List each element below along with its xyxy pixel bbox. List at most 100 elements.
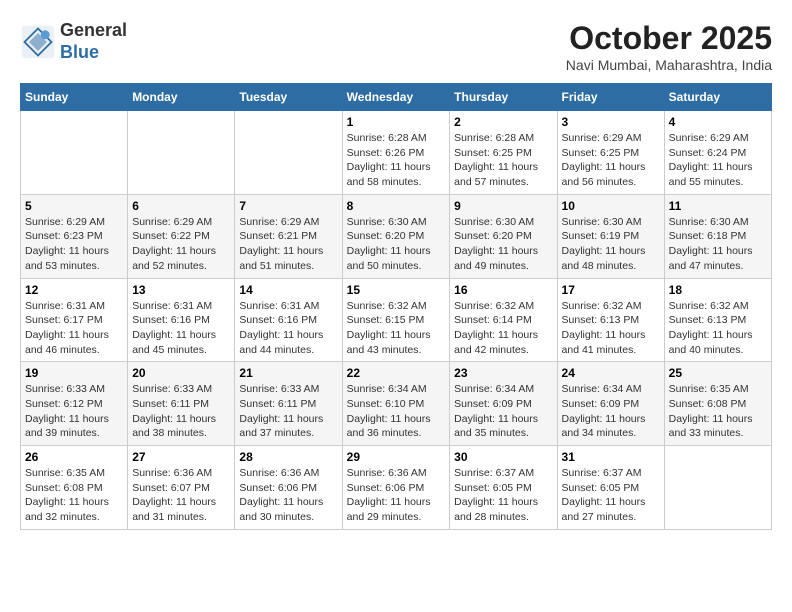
col-header-friday: Friday (557, 84, 664, 111)
calendar-cell (21, 111, 128, 195)
calendar-cell: 27 Sunrise: 6:36 AMSunset: 6:07 PMDayligh… (128, 446, 235, 530)
day-info: Sunrise: 6:34 AMSunset: 6:09 PMDaylight:… (454, 382, 552, 441)
day-number: 3 (562, 115, 660, 129)
day-number: 26 (25, 450, 123, 464)
day-number: 22 (347, 366, 446, 380)
calendar-cell: 17 Sunrise: 6:32 AMSunset: 6:13 PMDayligh… (557, 278, 664, 362)
calendar-cell: 13 Sunrise: 6:31 AMSunset: 6:16 PMDayligh… (128, 278, 235, 362)
day-number: 29 (347, 450, 446, 464)
calendar-cell: 21 Sunrise: 6:33 AMSunset: 6:11 PMDayligh… (235, 362, 342, 446)
day-number: 1 (347, 115, 446, 129)
day-info: Sunrise: 6:31 AMSunset: 6:16 PMDaylight:… (132, 299, 230, 358)
day-number: 27 (132, 450, 230, 464)
col-header-wednesday: Wednesday (342, 84, 450, 111)
day-info: Sunrise: 6:32 AMSunset: 6:14 PMDaylight:… (454, 299, 552, 358)
calendar-cell: 20 Sunrise: 6:33 AMSunset: 6:11 PMDayligh… (128, 362, 235, 446)
calendar-cell: 26 Sunrise: 6:35 AMSunset: 6:08 PMDayligh… (21, 446, 128, 530)
day-info: Sunrise: 6:30 AMSunset: 6:19 PMDaylight:… (562, 215, 660, 274)
day-number: 9 (454, 199, 552, 213)
logo-blue-text: Blue (60, 42, 99, 62)
day-number: 17 (562, 283, 660, 297)
day-info: Sunrise: 6:30 AMSunset: 6:20 PMDaylight:… (347, 215, 446, 274)
calendar-cell (235, 111, 342, 195)
day-number: 12 (25, 283, 123, 297)
day-info: Sunrise: 6:32 AMSunset: 6:15 PMDaylight:… (347, 299, 446, 358)
day-number: 2 (454, 115, 552, 129)
day-info: Sunrise: 6:33 AMSunset: 6:12 PMDaylight:… (25, 382, 123, 441)
title-block: October 2025 Navi Mumbai, Maharashtra, I… (566, 20, 772, 73)
day-number: 20 (132, 366, 230, 380)
day-info: Sunrise: 6:34 AMSunset: 6:09 PMDaylight:… (562, 382, 660, 441)
day-info: Sunrise: 6:33 AMSunset: 6:11 PMDaylight:… (132, 382, 230, 441)
calendar-cell: 15Sunrise: 6:32 AMSunset: 6:15 PMDayligh… (342, 278, 450, 362)
day-info: Sunrise: 6:36 AMSunset: 6:07 PMDaylight:… (132, 466, 230, 525)
day-number: 30 (454, 450, 552, 464)
calendar-cell: 2Sunrise: 6:28 AMSunset: 6:25 PMDaylight… (450, 111, 557, 195)
day-number: 16 (454, 283, 552, 297)
calendar-cell: 12 Sunrise: 6:31 AMSunset: 6:17 PMDayligh… (21, 278, 128, 362)
col-header-thursday: Thursday (450, 84, 557, 111)
day-number: 14 (239, 283, 337, 297)
logo-general-text: General (60, 20, 127, 40)
day-info: Sunrise: 6:29 AMSunset: 6:23 PMDaylight:… (25, 215, 123, 274)
col-header-monday: Monday (128, 84, 235, 111)
day-info: Sunrise: 6:29 AMSunset: 6:21 PMDaylight:… (239, 215, 337, 274)
calendar-cell: 30 Sunrise: 6:37 AMSunset: 6:05 PMDayligh… (450, 446, 557, 530)
col-header-sunday: Sunday (21, 84, 128, 111)
col-header-tuesday: Tuesday (235, 84, 342, 111)
calendar-cell: 6Sunrise: 6:29 AMSunset: 6:22 PMDaylight… (128, 194, 235, 278)
week-row-3: 12 Sunrise: 6:31 AMSunset: 6:17 PMDayligh… (21, 278, 772, 362)
calendar-cell: 8 Sunrise: 6:30 AMSunset: 6:20 PMDaylight… (342, 194, 450, 278)
calendar-cell: 14 Sunrise: 6:31 AMSunset: 6:16 PMDayligh… (235, 278, 342, 362)
day-info: Sunrise: 6:29 AMSunset: 6:22 PMDaylight:… (132, 215, 230, 274)
week-row-4: 19Sunrise: 6:33 AMSunset: 6:12 PMDayligh… (21, 362, 772, 446)
calendar-cell: 18 Sunrise: 6:32 AMSunset: 6:13 PMDayligh… (664, 278, 771, 362)
day-info: Sunrise: 6:34 AMSunset: 6:10 PMDaylight:… (347, 382, 446, 441)
day-info: Sunrise: 6:29 AMSunset: 6:25 PMDaylight:… (562, 131, 660, 190)
day-number: 31 (562, 450, 660, 464)
calendar-cell: 10 Sunrise: 6:30 AMSunset: 6:19 PMDayligh… (557, 194, 664, 278)
day-number: 7 (239, 199, 337, 213)
location-subtitle: Navi Mumbai, Maharashtra, India (566, 57, 772, 73)
day-info: Sunrise: 6:37 AMSunset: 6:05 PMDaylight:… (454, 466, 552, 525)
day-info: Sunrise: 6:31 AMSunset: 6:16 PMDaylight:… (239, 299, 337, 358)
day-number: 11 (669, 199, 767, 213)
day-info: Sunrise: 6:36 AMSunset: 6:06 PMDaylight:… (347, 466, 446, 525)
day-info: Sunrise: 6:36 AMSunset: 6:06 PMDaylight:… (239, 466, 337, 525)
week-row-2: 5 Sunrise: 6:29 AMSunset: 6:23 PMDaylight… (21, 194, 772, 278)
day-number: 18 (669, 283, 767, 297)
calendar-cell (128, 111, 235, 195)
day-info: Sunrise: 6:32 AMSunset: 6:13 PMDaylight:… (669, 299, 767, 358)
day-info: Sunrise: 6:32 AMSunset: 6:13 PMDaylight:… (562, 299, 660, 358)
day-number: 13 (132, 283, 230, 297)
day-number: 4 (669, 115, 767, 129)
day-number: 10 (562, 199, 660, 213)
calendar-cell: 9 Sunrise: 6:30 AMSunset: 6:20 PMDaylight… (450, 194, 557, 278)
day-info: Sunrise: 6:35 AMSunset: 6:08 PMDaylight:… (25, 466, 123, 525)
day-number: 5 (25, 199, 123, 213)
calendar-cell: 25 Sunrise: 6:35 AMSunset: 6:08 PMDayligh… (664, 362, 771, 446)
day-number: 21 (239, 366, 337, 380)
day-info: Sunrise: 6:30 AMSunset: 6:20 PMDaylight:… (454, 215, 552, 274)
calendar-table: SundayMondayTuesdayWednesdayThursdayFrid… (20, 83, 772, 530)
day-number: 8 (347, 199, 446, 213)
calendar-cell: 11 Sunrise: 6:30 AMSunset: 6:18 PMDayligh… (664, 194, 771, 278)
calendar-cell: 5 Sunrise: 6:29 AMSunset: 6:23 PMDaylight… (21, 194, 128, 278)
calendar-cell: 22 Sunrise: 6:34 AMSunset: 6:10 PMDayligh… (342, 362, 450, 446)
day-number: 23 (454, 366, 552, 380)
day-info: Sunrise: 6:29 AMSunset: 6:24 PMDaylight:… (669, 131, 767, 190)
col-header-saturday: Saturday (664, 84, 771, 111)
day-info: Sunrise: 6:35 AMSunset: 6:08 PMDaylight:… (669, 382, 767, 441)
day-info: Sunrise: 6:33 AMSunset: 6:11 PMDaylight:… (239, 382, 337, 441)
logo-icon (20, 24, 56, 60)
calendar-cell: 7 Sunrise: 6:29 AMSunset: 6:21 PMDaylight… (235, 194, 342, 278)
calendar-cell: 1Sunrise: 6:28 AMSunset: 6:26 PMDaylight… (342, 111, 450, 195)
calendar-cell: 4 Sunrise: 6:29 AMSunset: 6:24 PMDaylight… (664, 111, 771, 195)
day-number: 24 (562, 366, 660, 380)
day-number: 25 (669, 366, 767, 380)
calendar-cell: 24 Sunrise: 6:34 AMSunset: 6:09 PMDayligh… (557, 362, 664, 446)
month-title: October 2025 (566, 20, 772, 57)
day-info: Sunrise: 6:31 AMSunset: 6:17 PMDaylight:… (25, 299, 123, 358)
day-info: Sunrise: 6:30 AMSunset: 6:18 PMDaylight:… (669, 215, 767, 274)
calendar-cell: 19Sunrise: 6:33 AMSunset: 6:12 PMDayligh… (21, 362, 128, 446)
